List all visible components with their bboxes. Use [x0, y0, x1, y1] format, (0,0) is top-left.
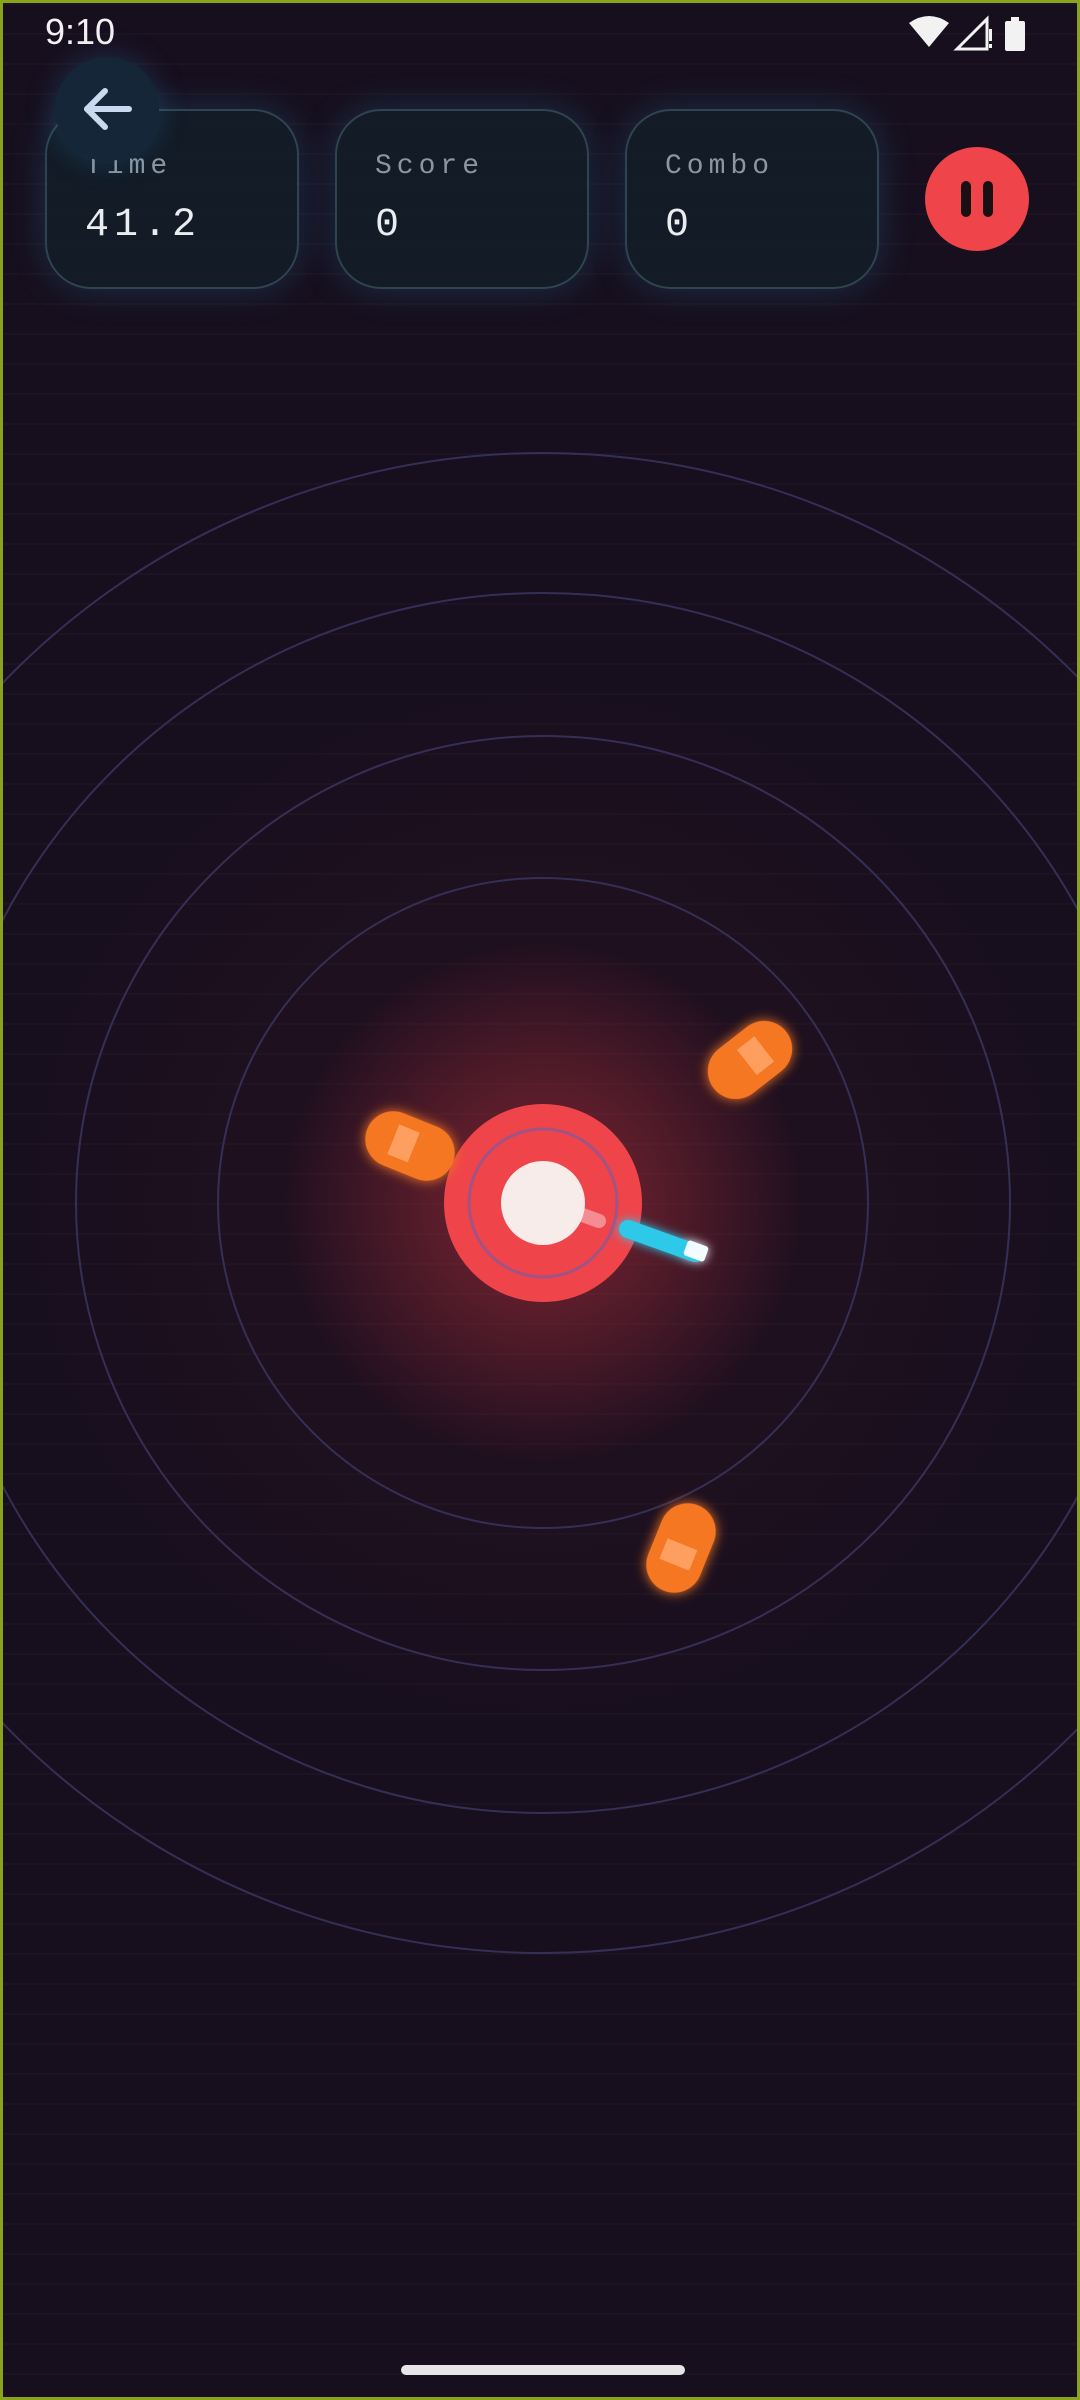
- combo-card: Combo 0: [625, 109, 879, 289]
- enemy-bullet: [646, 1503, 716, 1593]
- target-core: [501, 1161, 585, 1245]
- status-time: 9:10: [45, 11, 116, 52]
- home-gesture-handle[interactable]: [401, 2365, 685, 2375]
- battery-icon: [1005, 17, 1025, 51]
- score-card: Score 0: [335, 109, 589, 289]
- arrow-left-icon: [84, 88, 132, 130]
- cellular-signal-icon: [953, 15, 992, 51]
- target: [444, 1104, 642, 1302]
- pause-button[interactable]: [925, 147, 1029, 251]
- score-value: 0: [375, 203, 405, 248]
- game-screen: 9:10 Time 41.2 Score 0 Combo 0: [0, 0, 1080, 2400]
- game-arena[interactable]: [3, 3, 1080, 2400]
- combo-value: 0: [665, 203, 695, 248]
- pause-icon: [961, 181, 993, 217]
- back-button[interactable]: [55, 57, 159, 161]
- status-icons: [901, 15, 1041, 55]
- time-value: 41.2: [85, 203, 202, 248]
- wifi-icon: [909, 16, 949, 47]
- combo-label: Combo: [665, 151, 775, 182]
- score-label: Score: [375, 151, 485, 182]
